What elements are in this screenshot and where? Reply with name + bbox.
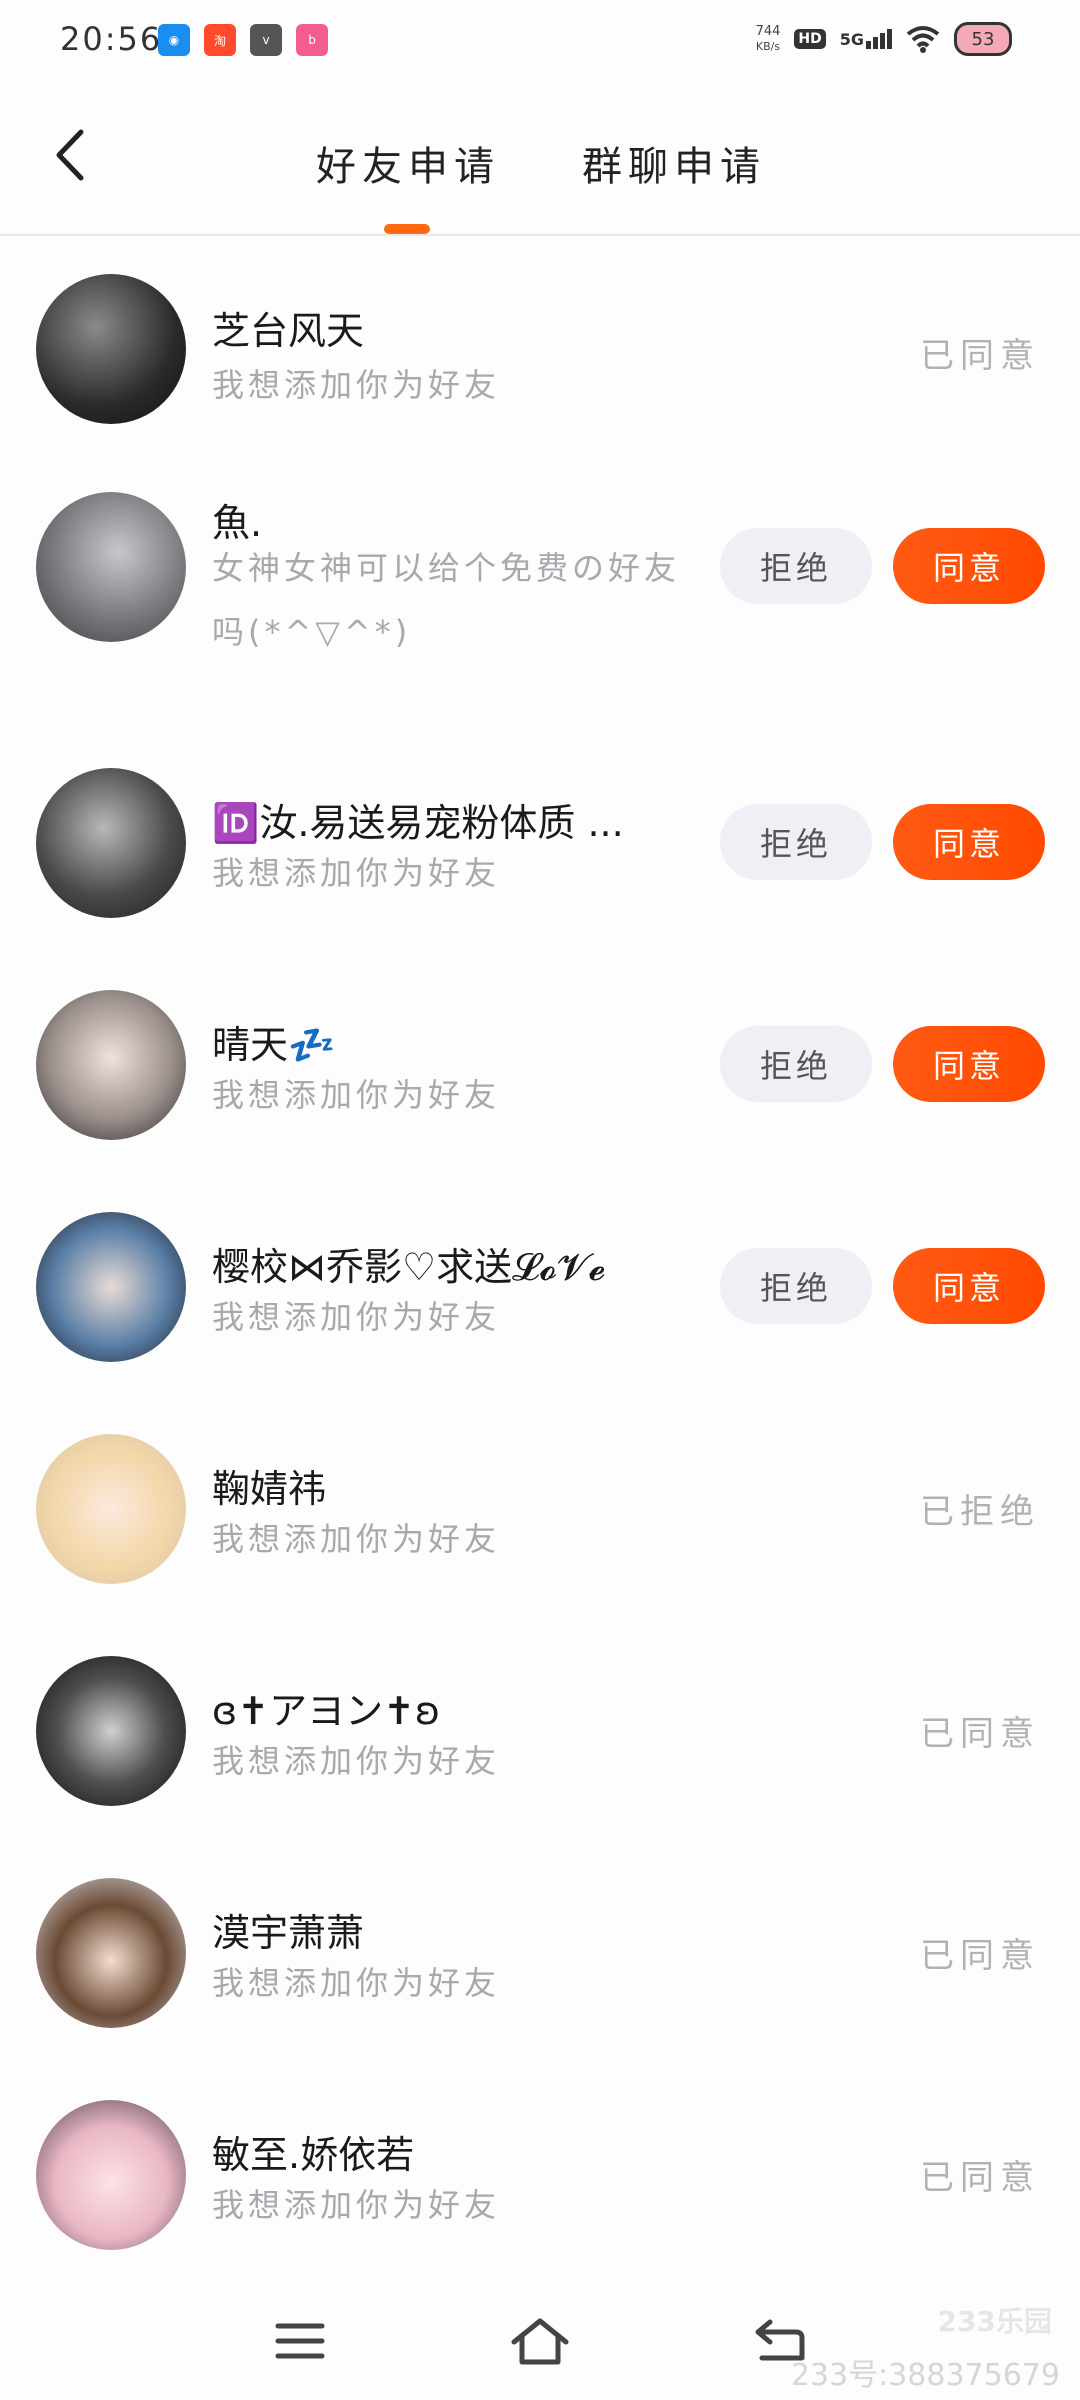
accept-button[interactable]: 同意	[893, 528, 1045, 604]
accept-button[interactable]: 同意	[893, 1248, 1045, 1324]
active-tab-indicator	[384, 224, 430, 234]
bilibili-notification-icon: b	[296, 24, 328, 56]
home-button[interactable]	[500, 2306, 580, 2376]
avatar[interactable]	[36, 492, 186, 642]
signal-icon: 5G	[840, 29, 892, 49]
reject-button[interactable]: 拒绝	[720, 1026, 872, 1102]
status-right: 744 KB/s HD 5G 53	[756, 22, 1012, 56]
page-header: 好友申请 群聊申请	[0, 90, 1080, 236]
back-button[interactable]	[40, 120, 100, 190]
request-message: 我想添加你为好友	[212, 1742, 501, 1780]
avatar[interactable]	[36, 2100, 186, 2250]
request-item[interactable]: 芝台风天 我想添加你为好友 已同意	[0, 238, 1080, 460]
request-item[interactable]: ɞ✝アヨン✝ʚ 我想添加你为好友 已同意	[0, 1656, 1080, 1878]
request-name: 晴天💤	[212, 1023, 336, 1067]
request-name: 敏至.娇依若	[212, 2133, 415, 2177]
avatar[interactable]	[36, 1434, 186, 1584]
reject-button[interactable]: 拒绝	[720, 528, 872, 604]
request-name: 芝台风天	[212, 309, 365, 353]
status-text: 已同意	[920, 336, 1040, 376]
request-item[interactable]: 晴天💤 我想添加你为好友 拒绝 同意	[0, 990, 1080, 1212]
battery-icon: 53	[954, 22, 1012, 56]
status-text: 已同意	[920, 1936, 1040, 1976]
request-message: 我想添加你为好友	[212, 1520, 501, 1558]
request-item[interactable]: 漠宇萧萧 我想添加你为好友 已同意	[0, 1878, 1080, 2100]
request-item[interactable]: 🆔汝.易送易宠粉体质 ... 我想添加你为好友 拒绝 同意	[0, 768, 1080, 990]
avatar[interactable]	[36, 1656, 186, 1806]
request-message: 我想添加你为好友	[212, 854, 501, 892]
request-name: ɞ✝アヨン✝ʚ	[212, 1689, 441, 1733]
request-name: 漠宇萧萧	[212, 1911, 365, 1955]
vivo-notification-icon: v	[250, 24, 282, 56]
home-icon	[511, 2318, 569, 2365]
reject-button[interactable]: 拒绝	[720, 804, 872, 880]
tab-group-requests[interactable]: 群聊申请	[582, 134, 766, 192]
request-message: 我想添加你为好友	[212, 1964, 501, 2002]
taobao-notification-icon: 淘	[204, 24, 236, 56]
watermark-logo: 233乐园	[937, 2305, 1052, 2338]
hd-icon: HD	[794, 29, 826, 49]
menu-button[interactable]	[260, 2306, 340, 2376]
status-text: 已同意	[920, 1714, 1040, 1754]
status-text: 已同意	[920, 2158, 1040, 2198]
avatar[interactable]	[36, 1212, 186, 1362]
notification-icons: ◉ 淘 v b	[158, 24, 328, 56]
request-message: 我想添加你为好友	[212, 366, 501, 404]
status-bar: 20:56 ◉ 淘 v b 744 KB/s HD 5G 53	[0, 0, 1080, 84]
request-message: 我想添加你为好友	[212, 1076, 501, 1114]
chevron-left-icon	[56, 129, 84, 181]
avatar[interactable]	[36, 990, 186, 1140]
accept-button[interactable]: 同意	[893, 804, 1045, 880]
request-item[interactable]: 魚. 女神女神可以给个免费の好友吗(*^▽^*) 拒绝 同意	[0, 492, 1080, 748]
watermark-id: 233号:388375679	[790, 2358, 1060, 2393]
request-message: 我想添加你为好友	[212, 2186, 501, 2224]
avatar[interactable]	[36, 768, 186, 918]
request-item[interactable]: 樱校⋈乔影♡求送𝓛𝓸𝓥𝓮 我想添加你为好友 拒绝 同意	[0, 1212, 1080, 1434]
tab-friend-requests[interactable]: 好友申请	[316, 134, 500, 192]
avatar[interactable]	[36, 274, 186, 424]
avatar[interactable]	[36, 1878, 186, 2028]
status-time: 20:56	[60, 20, 163, 58]
request-name: 🆔汝.易送易宠粉体质 ...	[212, 801, 624, 845]
net-speed: 744 KB/s	[755, 24, 781, 53]
request-name: 鞠婧祎	[212, 1467, 327, 1511]
menu-icon	[275, 2323, 325, 2359]
wifi-icon	[906, 26, 940, 53]
reject-button[interactable]: 拒绝	[720, 1248, 872, 1324]
request-message: 女神女神可以给个免费の好友吗(*^▽^*)	[212, 549, 681, 651]
request-name: 樱校⋈乔影♡求送𝓛𝓸𝓥𝓮	[212, 1245, 606, 1289]
request-message: 我想添加你为好友	[212, 1298, 501, 1336]
request-item[interactable]: 鞠婧祎 我想添加你为好友 已拒绝	[0, 1434, 1080, 1656]
accept-button[interactable]: 同意	[893, 1026, 1045, 1102]
app-notification-icon: ◉	[158, 24, 190, 56]
status-text: 已拒绝	[920, 1492, 1040, 1532]
